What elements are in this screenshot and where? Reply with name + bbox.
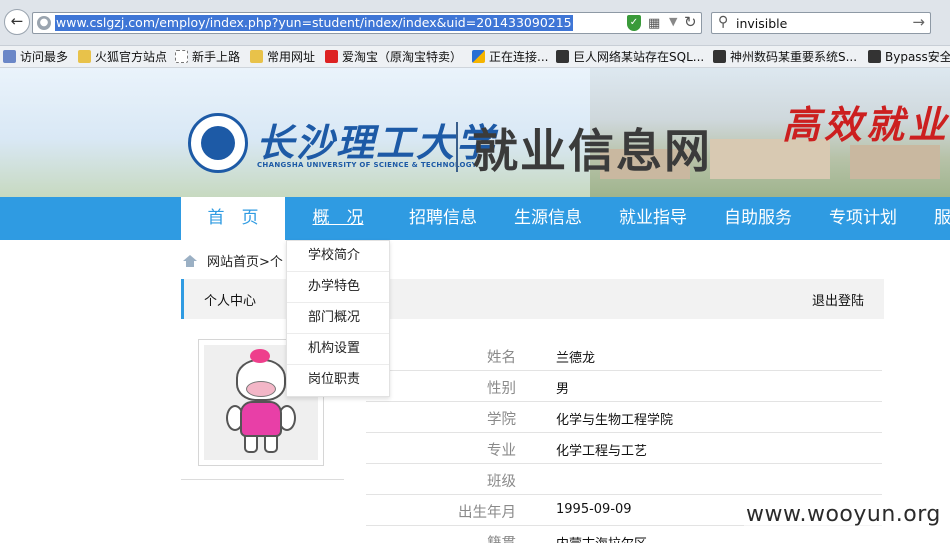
field-value: 兰德龙 <box>556 351 596 366</box>
field-label: 籍贯 <box>487 532 516 543</box>
nav-more[interactable]: 服 <box>916 197 950 240</box>
bookmark-item[interactable]: 访问最多 <box>3 49 68 65</box>
field-value: 内蒙古海拉尔区 <box>556 533 647 543</box>
bookmark-item[interactable]: Bypass安全 <box>868 49 950 65</box>
site-banner: 长沙理工大学 CHANGSHA UNIVERSITY OF SCIENCE & … <box>0 68 950 197</box>
main-nav: 首 页 概 况 招聘信息 生源信息 就业指导 自助服务 专项计划 服 <box>0 197 950 240</box>
back-arrow-icon[interactable]: ← <box>4 9 30 35</box>
field-label: 性别 <box>487 381 516 397</box>
field-value: 化学工程与工艺 <box>556 444 648 459</box>
nav-self-service[interactable]: 自助服务 <box>706 197 810 240</box>
bookmark-item[interactable]: 火狐官方站点 <box>78 49 167 65</box>
university-name-en: CHANGSHA UNIVERSITY OF SCIENCE & TECHNOL… <box>257 161 478 169</box>
field-value: 1995-09-09 <box>556 502 632 517</box>
taobao-icon <box>325 50 338 63</box>
search-icon: ⚲ <box>718 14 729 30</box>
loading-icon <box>472 50 485 63</box>
menu-item-organization[interactable]: 机构设置 <box>287 334 389 365</box>
nav-home[interactable]: 首 页 <box>181 197 285 240</box>
field-value: 男 <box>556 382 570 397</box>
browser-toolbar: ← ● www.cslgzj.com/employ/index.php?yun=… <box>0 0 950 46</box>
menu-item-features[interactable]: 办学特色 <box>287 272 389 303</box>
logout-link[interactable]: 退出登陆 <box>812 290 864 309</box>
site-icon <box>868 50 881 63</box>
table-row: 专业 化学工程与工艺 <box>366 433 882 464</box>
dropdown-arrow-icon[interactable]: ▼ <box>669 15 677 28</box>
bookmark-item[interactable]: 正在连接... <box>472 49 548 65</box>
bookmark-item[interactable]: 新手上路 <box>175 49 240 65</box>
site-title: 就业信息网 <box>472 124 712 178</box>
field-label: 学院 <box>487 412 516 428</box>
go-arrow-icon[interactable]: → <box>912 13 925 31</box>
panel-title: 个人中心 <box>204 294 257 309</box>
folder-icon <box>250 50 263 63</box>
bookmarks-bar: 访问最多 火狐官方站点 新手上路 常用网址 爱淘宝（原淘宝特卖） 正在连接...… <box>0 46 950 68</box>
menu-item-school-intro[interactable]: 学校简介 <box>287 241 389 272</box>
shield-icon[interactable]: ✓ <box>627 15 641 31</box>
field-label: 出生年月 <box>458 505 516 521</box>
avatar-divider <box>181 479 344 480</box>
url-text[interactable]: www.cslgzj.com/employ/index.php?yun=stud… <box>55 15 573 31</box>
table-row: 籍贯 内蒙古海拉尔区 <box>366 526 882 543</box>
nav-recruitment[interactable]: 招聘信息 <box>391 197 495 240</box>
reload-icon[interactable]: ↻ <box>684 13 697 31</box>
header-divider <box>456 122 458 172</box>
field-label: 专业 <box>487 443 516 459</box>
bookmark-item[interactable]: 爱淘宝（原淘宝特卖） <box>325 49 462 65</box>
site-icon <box>556 50 569 63</box>
bookmark-item[interactable]: 常用网址 <box>250 49 315 65</box>
nav-special-plan[interactable]: 专项计划 <box>811 197 915 240</box>
qr-code-icon[interactable]: ▦ <box>648 16 660 31</box>
slogan: 高效就业 <box>782 102 950 147</box>
menu-item-job-duties[interactable]: 岗位职责 <box>287 365 389 396</box>
home-icon <box>183 255 197 267</box>
breadcrumb: 网站首页>个 <box>183 251 283 270</box>
table-row: 班级 <box>366 464 882 495</box>
table-row: 学院 化学与生物工程学院 <box>366 402 882 433</box>
page-icon <box>175 50 188 63</box>
bookmark-item[interactable]: 巨人网络某站存在SQL... <box>556 49 704 65</box>
folder-icon <box>78 50 91 63</box>
search-box[interactable]: ⚲ invisible → <box>711 12 931 34</box>
nav-students[interactable]: 生源信息 <box>496 197 600 240</box>
gear-icon <box>3 50 16 63</box>
search-input[interactable]: invisible <box>736 16 787 31</box>
site-icon <box>713 50 726 63</box>
field-label: 班级 <box>487 474 516 490</box>
university-logo[interactable] <box>188 113 248 173</box>
table-row: 性别 男 <box>366 371 882 402</box>
field-label: 姓名 <box>487 350 516 366</box>
globe-icon: ● <box>37 16 51 30</box>
nav-overview[interactable]: 概 况 <box>286 197 390 240</box>
address-bar[interactable]: ● www.cslgzj.com/employ/index.php?yun=st… <box>32 12 702 34</box>
watermark: www.wooyun.org <box>744 502 943 527</box>
table-row: 姓名 兰德龙 <box>366 340 882 371</box>
breadcrumb-text[interactable]: 网站首页>个 <box>207 255 283 270</box>
overview-dropdown-menu: 学校简介 办学特色 部门概况 机构设置 岗位职责 <box>286 240 390 397</box>
menu-item-departments[interactable]: 部门概况 <box>287 303 389 334</box>
university-name-cn: 长沙理工大学 <box>256 120 497 165</box>
nav-guidance[interactable]: 就业指导 <box>601 197 705 240</box>
field-value: 化学与生物工程学院 <box>556 413 674 428</box>
bookmark-item[interactable]: 神州数码某重要系统S... <box>713 49 857 65</box>
